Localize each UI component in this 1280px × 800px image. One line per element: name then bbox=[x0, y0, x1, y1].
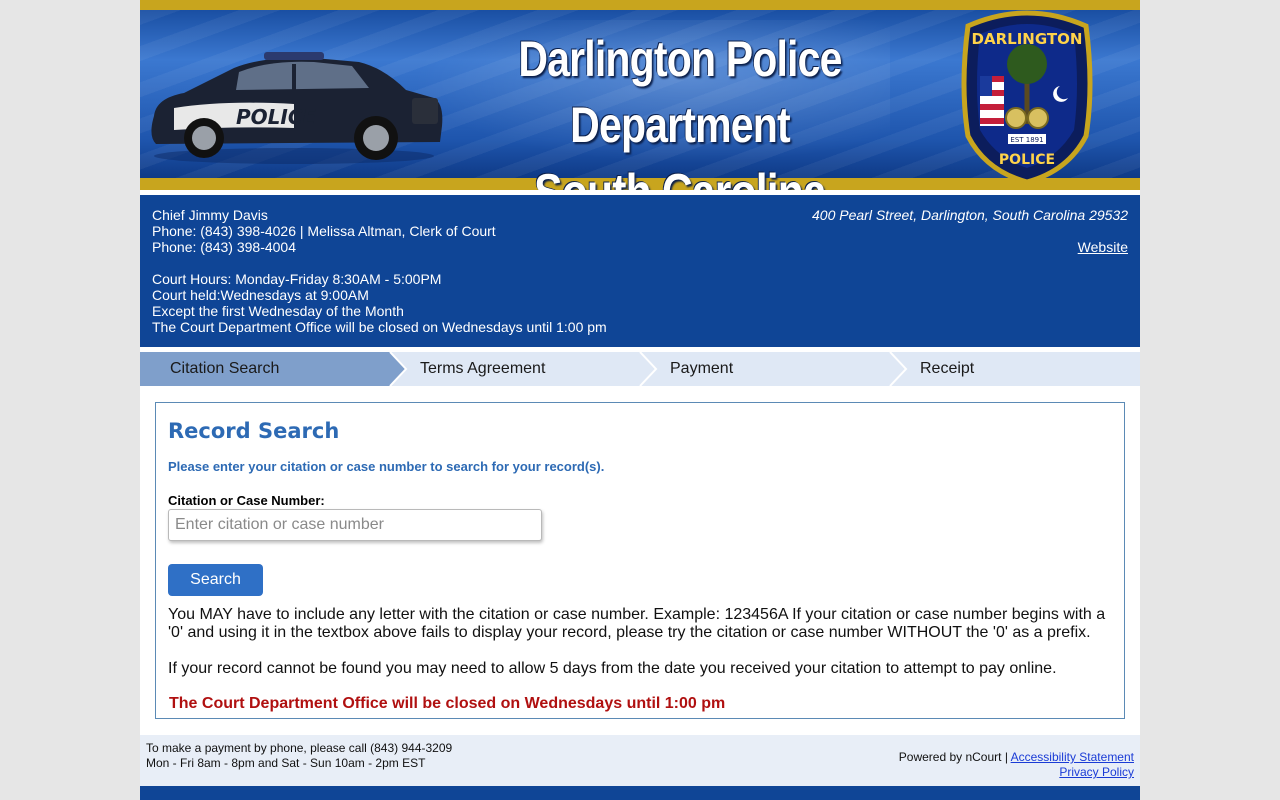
phone-payment-line: To make a payment by phone, please call … bbox=[146, 741, 453, 755]
progress-steps: Citation Search Terms Agreement Payment … bbox=[140, 352, 1140, 386]
office-closed-note: The Court Department Office will be clos… bbox=[152, 319, 607, 335]
phone-hours-line: Mon - Fri 8am - 8pm and Sat - Sun 10am -… bbox=[146, 756, 426, 770]
accessibility-statement-link[interactable]: Accessibility Statement bbox=[1011, 750, 1134, 764]
step-chevron-icon bbox=[388, 352, 408, 386]
step-receipt[interactable]: Receipt bbox=[890, 352, 1140, 386]
car-police-text: POLICE bbox=[236, 105, 317, 129]
contact-info: Chief Jimmy Davis Phone: (843) 398-4026 … bbox=[152, 207, 607, 335]
chief-name: Chief Jimmy Davis bbox=[152, 207, 268, 223]
badge-top-text: DARLINGTON bbox=[972, 30, 1083, 48]
closure-notice: The Court Department Office will be clos… bbox=[169, 695, 726, 712]
step-payment[interactable]: Payment bbox=[640, 352, 890, 386]
powered-by-text: Powered by nCourt | bbox=[898, 750, 1008, 764]
address: 400 Pearl Street, Darlington, South Caro… bbox=[812, 207, 1128, 223]
police-badge-icon: EST 1891 DARLINGTON POLICE bbox=[961, 10, 1093, 184]
header-banner: POLICE Darlington Police Department Sout… bbox=[140, 0, 1140, 190]
address-block: 400 Pearl Street, Darlington, South Caro… bbox=[812, 207, 1128, 255]
court-exception: Except the first Wednesday of the Month bbox=[152, 303, 404, 319]
step-label: Receipt bbox=[920, 360, 975, 377]
citation-field-label: Citation or Case Number: bbox=[168, 493, 325, 508]
record-search-card: Record Search Please enter your citation… bbox=[155, 402, 1125, 719]
phone-clerk: Phone: (843) 398-4026 | Melissa Altman, … bbox=[152, 223, 496, 239]
department-title: Darlington Police Department South Carol… bbox=[440, 26, 920, 190]
footer-bar bbox=[140, 786, 1140, 800]
badge-est-text: EST 1891 bbox=[1010, 136, 1043, 144]
court-info-panel: Chief Jimmy Davis Phone: (843) 398-4026 … bbox=[140, 195, 1140, 347]
record-delay-note: If your record cannot be found you may n… bbox=[168, 660, 1057, 677]
citation-input[interactable] bbox=[168, 509, 542, 541]
search-button[interactable]: Search bbox=[168, 564, 263, 596]
step-label: Terms Agreement bbox=[420, 360, 546, 377]
step-citation-search[interactable]: Citation Search bbox=[140, 352, 390, 386]
step-chevron-icon bbox=[639, 352, 658, 386]
court-hours: Court Hours: Monday-Friday 8:30AM - 5:00… bbox=[152, 271, 442, 287]
court-held: Court held:Wednesdays at 9:00AM bbox=[152, 287, 369, 303]
step-label: Payment bbox=[670, 360, 734, 377]
title-line-2: South Carolina bbox=[483, 158, 877, 190]
record-search-heading: Record Search bbox=[168, 419, 340, 443]
search-instructions: Please enter your citation or case numbe… bbox=[168, 459, 605, 474]
page: POLICE Darlington Police Department Sout… bbox=[140, 0, 1140, 800]
badge-bottom-text: POLICE bbox=[999, 152, 1055, 168]
step-terms-agreement[interactable]: Terms Agreement bbox=[390, 352, 640, 386]
step-label: Citation Search bbox=[170, 360, 280, 377]
privacy-policy-link[interactable]: Privacy Policy bbox=[1059, 765, 1134, 779]
footer-phone-info: To make a payment by phone, please call … bbox=[146, 741, 452, 771]
phone-secondary: Phone: (843) 398-4004 bbox=[152, 239, 296, 255]
footer-links: Powered by nCourt | Accessibility Statem… bbox=[899, 750, 1134, 780]
website-link[interactable]: Website bbox=[1078, 239, 1128, 255]
footer: To make a payment by phone, please call … bbox=[140, 735, 1140, 786]
title-line-1: Darlington Police Department bbox=[518, 31, 842, 153]
citation-format-note: You MAY have to include any letter with … bbox=[168, 606, 1106, 641]
step-chevron-icon bbox=[889, 352, 908, 386]
police-car-image: POLICE bbox=[151, 52, 443, 164]
